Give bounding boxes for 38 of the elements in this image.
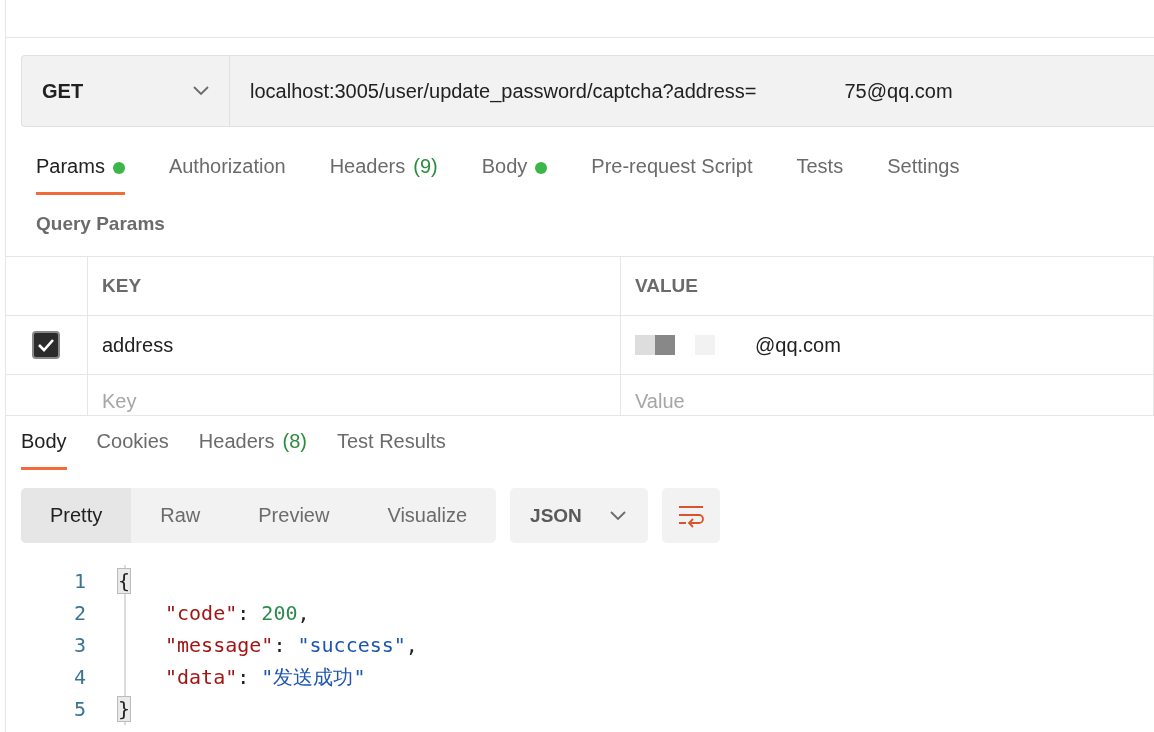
code-line: "code": 200, [165, 601, 310, 625]
view-mode-tab[interactable]: Pretty [21, 488, 132, 543]
url-text[interactable]: localhost:3005/user/update_password/captcha?address= [250, 79, 757, 103]
line-number: 3 [72, 633, 86, 657]
param-key[interactable]: address [102, 333, 174, 356]
response-tab[interactable]: Cookies [96, 430, 169, 470]
url-text[interactable]: 75@qq.com [844, 79, 953, 103]
code-line: "data": "发送成功" [165, 663, 366, 691]
view-mode-tab[interactable]: Preview [229, 488, 359, 543]
method-dropdown[interactable]: GET [22, 56, 230, 126]
response-tab[interactable]: Headers (8) [198, 430, 307, 470]
column-header: KEY [102, 275, 142, 296]
chevron-down-icon [610, 510, 627, 521]
response-tab[interactable]: Body [21, 430, 67, 470]
line-number: 4 [72, 665, 86, 689]
request-tab[interactable]: Body [481, 155, 548, 195]
wrap-lines-button[interactable] [662, 488, 721, 543]
line-number: 1 [72, 569, 86, 593]
checkbox[interactable] [32, 331, 60, 359]
request-tab[interactable]: Params [36, 155, 125, 195]
request-tab[interactable]: Tests [796, 155, 844, 195]
line-number: 2 [72, 601, 86, 625]
chevron-down-icon [193, 86, 209, 96]
view-mode-tab[interactable]: Raw [131, 488, 230, 543]
wrap-lines-icon [677, 503, 706, 528]
response-tab[interactable]: Test Results [336, 430, 446, 470]
view-mode-tab[interactable]: Visualize [358, 488, 497, 543]
request-tab[interactable]: Authorization [168, 155, 286, 195]
line-number: 5 [72, 697, 86, 721]
section-title: Query Params [36, 213, 165, 234]
format-dropdown[interactable]: JSON [510, 488, 649, 543]
checkmark-icon [37, 338, 55, 352]
code-line: "message": "success", [165, 633, 418, 657]
column-header: VALUE [635, 275, 698, 296]
request-tab[interactable]: Pre-request Script [591, 155, 753, 195]
request-tab[interactable]: Settings [887, 155, 960, 195]
request-tab[interactable]: Headers (9) [329, 155, 438, 195]
param-value[interactable]: @qq.com [755, 333, 841, 357]
